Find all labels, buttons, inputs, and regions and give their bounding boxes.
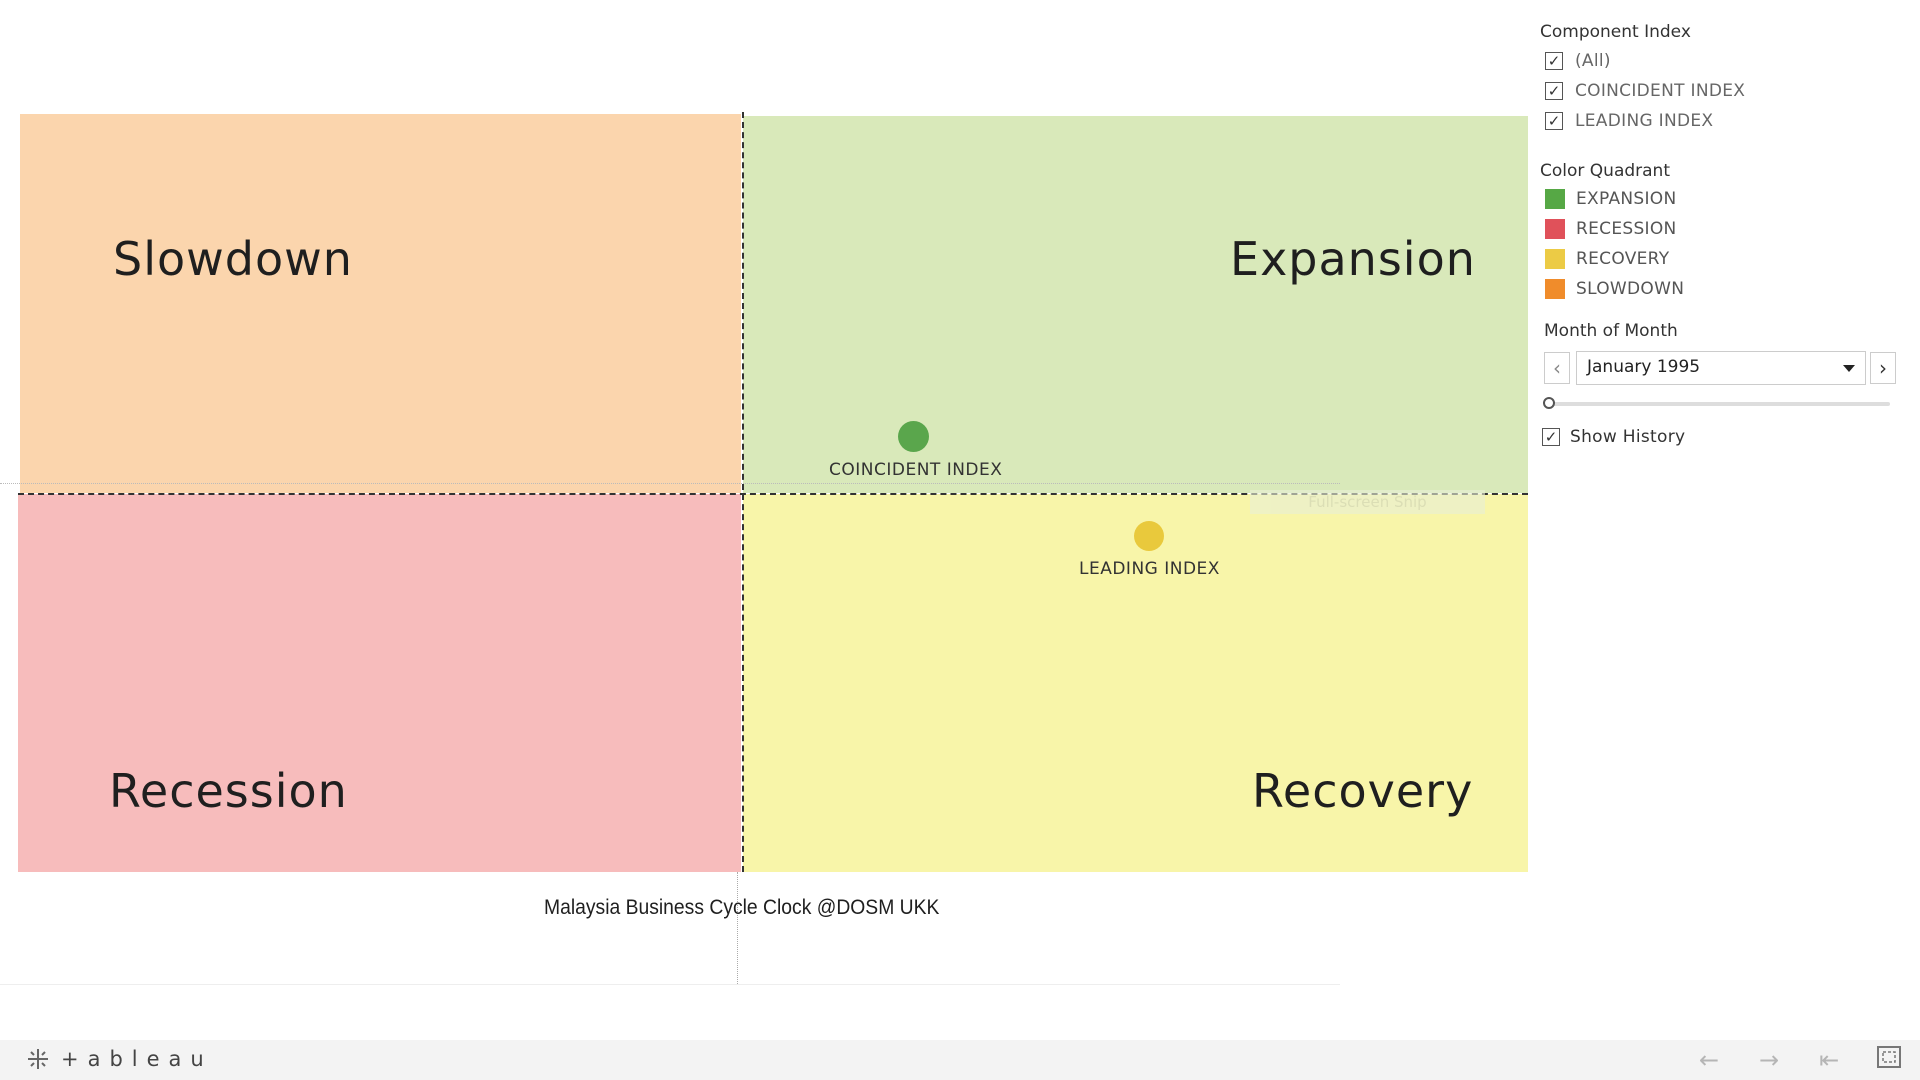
legend-label: EXPANSION	[1576, 189, 1677, 209]
quadrant-label-recession: Recession	[109, 764, 348, 818]
axis-vertical-divider	[742, 112, 744, 872]
fullscreen-icon[interactable]	[1875, 1046, 1903, 1074]
checkbox[interactable]: ✓	[1545, 52, 1563, 70]
show-history-toggle[interactable]: ✓ Show History	[1542, 427, 1685, 447]
tableau-wordmark: +ableau	[61, 1047, 213, 1071]
previous-month-button[interactable]: ‹	[1544, 352, 1570, 384]
legend-swatch	[1545, 189, 1565, 209]
filter-option-label: COINCIDENT INDEX	[1575, 81, 1746, 101]
legend-swatch	[1545, 249, 1565, 269]
redo-icon[interactable]: →	[1755, 1046, 1783, 1074]
tableau-logo[interactable]: +ableau	[25, 1046, 213, 1072]
color-quadrant-title: Color Quadrant	[1540, 161, 1670, 181]
filter-option-label: LEADING INDEX	[1575, 111, 1714, 131]
show-history-label: Show History	[1570, 427, 1686, 447]
month-select-value: January 1995	[1587, 357, 1701, 377]
leading-index-label: LEADING INDEX	[1079, 559, 1220, 579]
filter-option-all[interactable]: ✓ (All)	[1545, 51, 1611, 71]
fullscreen-snip-overlay: Full-screen Snip	[1250, 490, 1485, 514]
coincident-index-label: COINCIDENT INDEX	[829, 460, 1003, 480]
legend-swatch	[1545, 279, 1565, 299]
legend-item-recovery[interactable]: RECOVERY	[1545, 249, 1669, 269]
chevron-down-icon	[1843, 365, 1855, 372]
month-select[interactable]: January 1995	[1576, 351, 1866, 385]
checkbox[interactable]: ✓	[1545, 112, 1563, 130]
coincident-index-marker[interactable]	[898, 421, 929, 452]
reference-line-vertical	[737, 872, 738, 984]
legend-label: SLOWDOWN	[1576, 279, 1685, 299]
undo-icon[interactable]: ←	[1695, 1046, 1723, 1074]
filter-option-leading[interactable]: ✓ LEADING INDEX	[1545, 111, 1713, 131]
quadrant-expansion	[743, 116, 1528, 493]
filter-option-coincident[interactable]: ✓ COINCIDENT INDEX	[1545, 81, 1745, 101]
revert-icon[interactable]: ⇤	[1815, 1046, 1843, 1074]
month-slider-track[interactable]	[1550, 402, 1890, 406]
leading-index-marker[interactable]	[1134, 521, 1164, 551]
fullscreen-glyph	[1877, 1046, 1901, 1068]
legend-swatch	[1545, 219, 1565, 239]
checkbox[interactable]: ✓	[1545, 82, 1563, 100]
reference-line-horizontal	[0, 483, 1340, 484]
chart-caption: Malaysia Business Cycle Clock @DOSM UKK	[544, 896, 940, 919]
quadrant-label-slowdown: Slowdown	[113, 232, 353, 286]
legend-item-recession[interactable]: RECESSION	[1545, 219, 1677, 239]
tableau-footer	[0, 1040, 1920, 1080]
filter-option-label: (All)	[1575, 51, 1611, 71]
next-month-button[interactable]: ›	[1870, 352, 1896, 384]
tableau-mark-icon	[28, 1049, 48, 1069]
quadrant-label-expansion: Expansion	[1230, 232, 1476, 286]
month-filter-title: Month of Month	[1544, 321, 1678, 341]
quadrant-slowdown	[20, 114, 741, 493]
divider	[0, 984, 1340, 985]
component-index-title: Component Index	[1540, 22, 1691, 42]
legend-label: RECOVERY	[1576, 249, 1670, 269]
quadrant-label-recovery: Recovery	[1252, 764, 1474, 818]
month-slider-thumb[interactable]	[1543, 397, 1555, 409]
legend-item-slowdown[interactable]: SLOWDOWN	[1545, 279, 1684, 299]
legend-item-expansion[interactable]: EXPANSION	[1545, 189, 1677, 209]
legend-label: RECESSION	[1576, 219, 1677, 239]
checkbox[interactable]: ✓	[1542, 428, 1560, 446]
